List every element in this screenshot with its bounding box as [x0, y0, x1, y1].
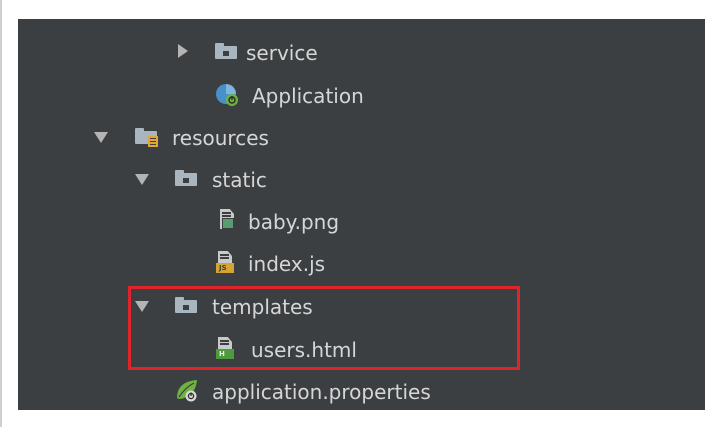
window-edge — [0, 0, 2, 427]
spring-properties-icon — [175, 378, 199, 402]
tree-item-application-properties[interactable]: application.properties — [18, 372, 705, 412]
resources-folder-icon — [135, 128, 158, 147]
tree-item-label: index.js — [248, 252, 326, 276]
highlight-box — [128, 286, 520, 370]
collapse-arrow-icon[interactable] — [94, 132, 108, 143]
image-file-icon — [218, 209, 236, 231]
tree-item-service[interactable]: service — [18, 33, 705, 73]
tree-item-label: baby.png — [248, 210, 340, 234]
tree-item-index-js[interactable]: JS index.js — [18, 244, 705, 284]
tree-item-label: service — [246, 41, 318, 65]
tree-item-resources[interactable]: resources — [18, 118, 705, 158]
expand-arrow-icon[interactable] — [178, 44, 188, 58]
screenshot-frame: service Application resources static bab… — [0, 0, 715, 427]
tree-item-label: Application — [252, 84, 364, 108]
spring-boot-class-icon — [215, 82, 239, 106]
collapse-arrow-icon[interactable] — [135, 174, 149, 185]
tree-item-label: static — [212, 168, 267, 192]
tree-item-label: resources — [172, 126, 269, 150]
javascript-file-icon: JS — [216, 251, 234, 273]
tree-item-label: application.properties — [212, 380, 431, 404]
tree-item-baby-png[interactable]: baby.png — [18, 202, 705, 242]
js-tag: JS — [216, 263, 234, 273]
folder-icon — [215, 43, 237, 59]
tree-item-application[interactable]: Application — [18, 76, 705, 116]
folder-icon — [175, 170, 197, 186]
tree-item-static[interactable]: static — [18, 160, 705, 200]
